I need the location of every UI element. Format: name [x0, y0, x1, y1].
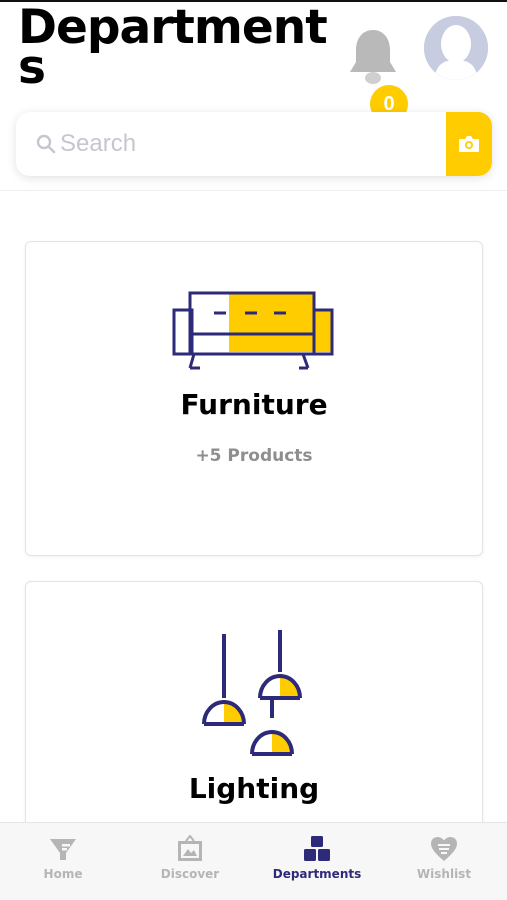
- department-name: Lighting: [188, 772, 320, 805]
- search-icon: [36, 134, 56, 154]
- nav-home[interactable]: Home: [0, 823, 126, 900]
- nav-wishlist[interactable]: Wishlist: [381, 823, 507, 900]
- notifications-button[interactable]: [348, 26, 398, 88]
- pendant-lamps-icon: [202, 630, 302, 756]
- nav-label: Departments: [272, 867, 362, 881]
- blocks-icon: [304, 836, 330, 861]
- sofa-icon: [172, 291, 334, 370]
- search-bar: [16, 112, 492, 176]
- camera-icon: [459, 136, 479, 152]
- nav-discover[interactable]: Discover: [127, 823, 253, 900]
- bell-icon: [350, 30, 396, 84]
- avatar[interactable]: [424, 16, 488, 80]
- camera-search-button[interactable]: [446, 112, 492, 176]
- department-product-count: +5 Products: [195, 446, 313, 466]
- page-title: Departments: [18, 0, 328, 95]
- frame-icon: [178, 835, 202, 861]
- home-icon: [50, 839, 76, 860]
- search-input[interactable]: [60, 112, 440, 176]
- user-avatar-icon: [424, 16, 488, 80]
- nav-label: Home: [43, 867, 83, 881]
- department-name: Furniture: [180, 388, 328, 421]
- department-card-furniture[interactable]: Furniture +5 Products: [25, 241, 483, 556]
- header-divider: [0, 190, 507, 191]
- nav-label: Discover: [160, 867, 220, 881]
- bottom-nav: Home Discover Departments Wishlist: [0, 822, 507, 900]
- nav-label: Wishlist: [416, 867, 472, 881]
- nav-departments[interactable]: Departments: [254, 823, 380, 900]
- heart-icon: [431, 837, 457, 861]
